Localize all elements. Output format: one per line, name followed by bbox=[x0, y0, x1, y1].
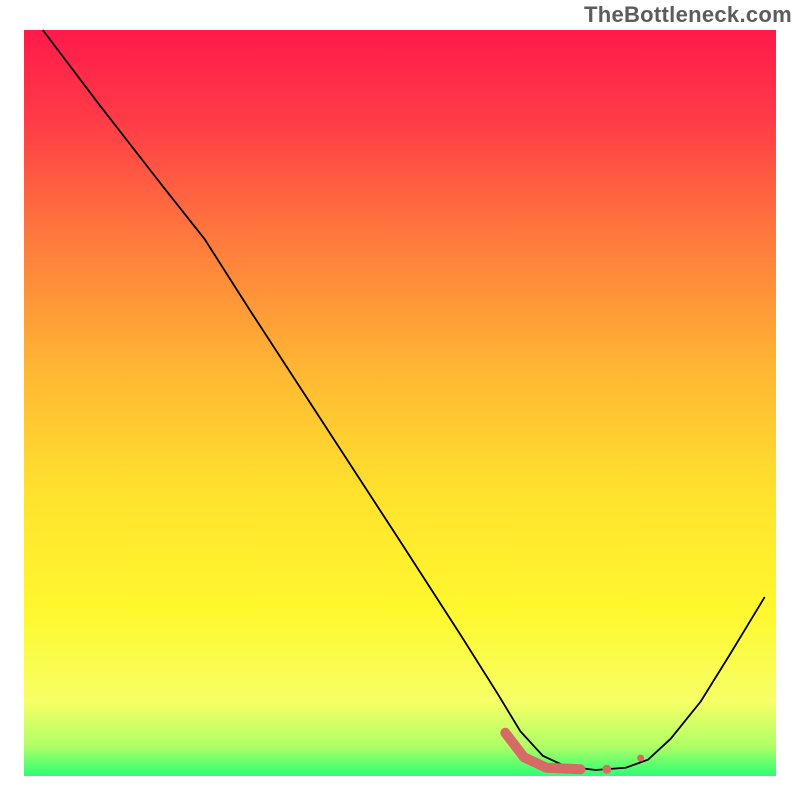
gradient-background bbox=[24, 30, 776, 776]
chart-svg bbox=[0, 0, 800, 800]
chart-container: TheBottleneck.com bbox=[0, 0, 800, 800]
series-highlight-dot-1 bbox=[602, 765, 611, 774]
plot-area bbox=[24, 30, 776, 776]
watermark-text: TheBottleneck.com bbox=[584, 2, 792, 28]
series-highlight-dot-2 bbox=[637, 755, 644, 762]
